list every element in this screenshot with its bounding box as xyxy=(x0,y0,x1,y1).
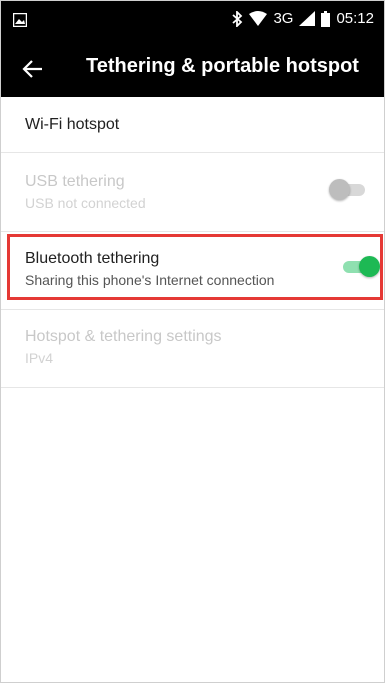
clock: 05:12 xyxy=(336,10,374,27)
usb-tethering-switch[interactable] xyxy=(329,178,369,202)
network-type: 3G xyxy=(273,10,294,27)
phone-screen: 3G 05:12 Tethering & portable hotspot Wi… xyxy=(0,0,385,683)
status-icons: 3G 05:12 xyxy=(231,10,374,27)
item-subtitle: USB not connected xyxy=(25,195,146,211)
signal-icon xyxy=(299,11,316,26)
arrow-left-icon[interactable] xyxy=(19,55,47,83)
item-title: Wi-Fi hotspot xyxy=(25,116,120,133)
bluetooth-icon xyxy=(231,10,243,27)
usb-tethering-item[interactable]: USB tethering USB not connected xyxy=(1,153,384,232)
image-icon xyxy=(12,12,28,28)
app-bar: Tethering & portable hotspot xyxy=(1,41,384,97)
hotspot-settings-item[interactable]: Hotspot & tethering settings IPv4 xyxy=(1,310,384,388)
bluetooth-tethering-switch[interactable] xyxy=(341,255,381,279)
status-bar: 3G 05:12 xyxy=(1,1,384,41)
wifi-hotspot-item[interactable]: Wi-Fi hotspot xyxy=(1,97,384,153)
battery-icon xyxy=(321,10,331,27)
item-subtitle: IPv4 xyxy=(25,350,54,366)
item-subtitle: Sharing this phone's Internet connection xyxy=(25,272,275,288)
page-title: Tethering & portable hotspot xyxy=(86,55,359,77)
item-title: Bluetooth tethering xyxy=(25,250,160,267)
wifi-icon xyxy=(249,11,268,26)
item-title: USB tethering xyxy=(25,173,125,190)
item-title: Hotspot & tethering settings xyxy=(25,328,222,345)
bluetooth-tethering-item[interactable]: Bluetooth tethering Sharing this phone's… xyxy=(1,232,384,310)
